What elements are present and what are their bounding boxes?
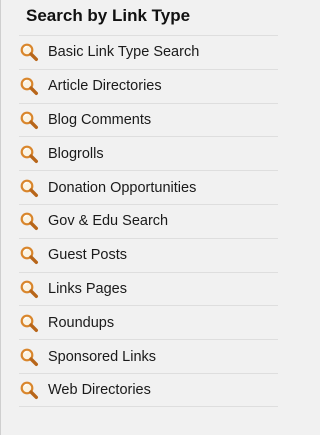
link-type-list: Basic Link Type Search Article Directori… xyxy=(19,35,278,407)
list-item-label: Blog Comments xyxy=(48,111,152,128)
search-icon xyxy=(20,111,38,129)
panel-title: Search by Link Type xyxy=(26,6,191,25)
search-icon xyxy=(20,246,38,265)
search-icon xyxy=(20,381,38,399)
search-icon xyxy=(20,43,38,62)
list-item-label: Basic Link Type Search xyxy=(48,44,200,61)
search-icon xyxy=(20,348,38,366)
list-item-blog-comments[interactable]: Blog Comments xyxy=(19,102,278,137)
list-item-gov-edu-search[interactable]: Gov & Edu Search xyxy=(19,203,278,238)
link-type-panel: Search by Link Type Basic Link Type Sear… xyxy=(0,0,300,435)
search-icon xyxy=(20,77,38,96)
list-item-donation-opportunities[interactable]: Donation Opportunities xyxy=(19,170,278,204)
list-item-label: Sponsored Links xyxy=(48,348,157,365)
search-icon xyxy=(20,179,38,197)
list-item-links-pages[interactable]: Links Pages xyxy=(19,271,278,306)
list-item-web-directories[interactable]: Web Directories xyxy=(19,372,278,407)
list-item-basic-link-type-search[interactable]: Basic Link Type Search xyxy=(19,35,278,69)
list-item-label: Links Pages xyxy=(48,280,127,297)
search-icon xyxy=(20,280,38,298)
list-item-label: Guest Posts xyxy=(48,247,127,264)
list-item-guest-posts[interactable]: Guest Posts xyxy=(19,237,278,272)
list-item-label: Web Directories xyxy=(48,381,151,398)
list-item-roundups[interactable]: Roundups xyxy=(19,305,278,339)
list-item-label: Blogrolls xyxy=(48,145,104,162)
list-item-label: Gov & Edu Search xyxy=(48,213,169,230)
search-icon xyxy=(20,314,38,332)
list-item-label: Roundups xyxy=(48,314,115,331)
list-item-label: Donation Opportunities xyxy=(48,179,197,196)
list-item-label: Article Directories xyxy=(48,78,162,95)
search-icon xyxy=(20,145,38,163)
list-item-article-directories[interactable]: Article Directories xyxy=(19,68,278,103)
search-icon xyxy=(20,212,38,231)
list-item-blogrolls[interactable]: Blogrolls xyxy=(19,136,278,170)
list-item-sponsored-links[interactable]: Sponsored Links xyxy=(19,339,278,373)
